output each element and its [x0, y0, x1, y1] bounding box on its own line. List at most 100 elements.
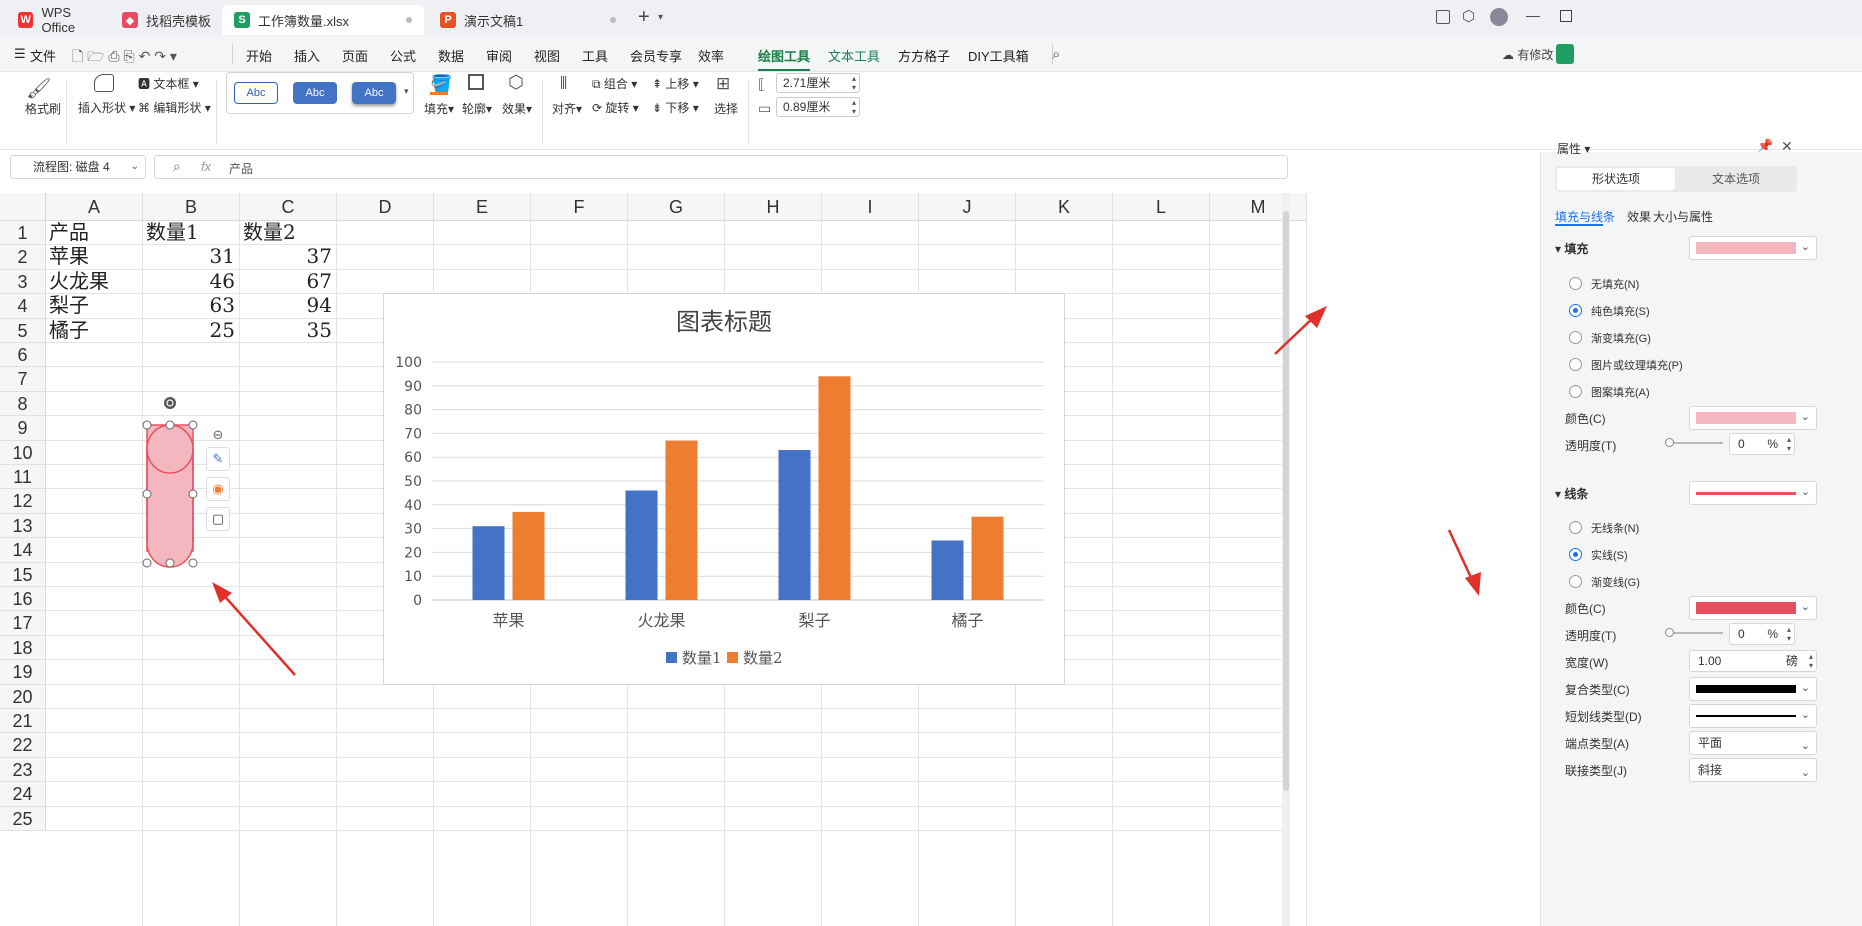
send-backward-button[interactable]: ⇟ 下移 ▾ — [652, 99, 699, 116]
compound-type-dropdown[interactable]: ⌄ — [1689, 677, 1817, 701]
chart-title[interactable]: 图表标题 — [676, 308, 772, 336]
pin-icon[interactable]: 📌 — [1757, 138, 1773, 154]
cap-type-dropdown[interactable]: 平面 ⌄ — [1689, 731, 1817, 755]
row-header-19[interactable]: 19 — [0, 660, 46, 685]
collapse-toolbar-icon[interactable]: ⊖ — [208, 425, 228, 445]
row-header-4[interactable]: 4 — [0, 294, 46, 319]
cell-B5[interactable]: 25 — [146, 316, 235, 345]
row-header-24[interactable]: 24 — [0, 782, 46, 807]
quick-access-toolbar[interactable]: 🗋 🗁 ⎙ ⎘ ↶ ↷ ▾ — [72, 46, 177, 70]
shape-style-3[interactable]: Abc — [352, 82, 396, 104]
shape-style-2[interactable]: Abc — [293, 82, 337, 104]
menu-item-3[interactable]: 公式 — [390, 46, 416, 65]
legend-entry[interactable]: 数量2 — [743, 649, 783, 667]
row-header-18[interactable]: 18 — [0, 635, 46, 661]
menu-item-8[interactable]: 会员专享 — [630, 46, 682, 65]
tab-docer-templates[interactable]: ◆ 找稻壳模板 — [110, 5, 218, 35]
row-header-10[interactable]: 10 — [0, 440, 46, 465]
row-header-17[interactable]: 17 — [0, 611, 46, 636]
column-header-K[interactable]: K — [1016, 193, 1113, 221]
tab-text-options[interactable]: 文本选项 — [1677, 168, 1795, 190]
cell-A5[interactable]: 橘子 — [49, 316, 138, 345]
fill-option-label-2[interactable]: 渐变填充(G) — [1591, 330, 1651, 346]
tab-list-chevron-icon[interactable]: ▾ — [658, 12, 663, 23]
menu-item-9[interactable]: 效率 — [698, 46, 724, 65]
panel-title[interactable]: 属性 ▾ — [1557, 140, 1590, 157]
bar-chart[interactable]: 图表标题 0 10 20 30 40 50 60 70 80 90 100 苹果 火龙果 梨子 橘子数量1 数量… — [384, 294, 1064, 684]
minimize-icon[interactable]: — — [1526, 7, 1540, 23]
formula-input[interactable]: ⌕ fx 产品 — [154, 155, 1288, 179]
menu-file[interactable]: 文件 — [30, 46, 56, 65]
line-transparency-input[interactable]: 0% ▴ ▾ — [1729, 623, 1795, 645]
cell-C5[interactable]: 35 — [243, 316, 332, 345]
text-box-button[interactable]: 🅰 文本框 ▾ — [138, 75, 199, 92]
fill-color-picker[interactable]: ⌄ — [1689, 406, 1817, 430]
line-option-label-1[interactable]: 实线(S) — [1591, 547, 1628, 563]
resize-handle[interactable] — [165, 558, 175, 568]
share-button[interactable] — [1556, 44, 1574, 64]
column-header-H[interactable]: H — [725, 193, 822, 221]
spinner-icon[interactable]: ▴ ▾ — [1809, 652, 1813, 670]
column-header-D[interactable]: D — [337, 193, 434, 221]
bar-数量1-火龙果[interactable] — [625, 490, 658, 600]
row-header-12[interactable]: 12 — [0, 489, 46, 514]
align-button[interactable]: 对齐▾ — [552, 100, 582, 117]
row-header-11[interactable]: 11 — [0, 465, 46, 490]
subtab-fill-line[interactable]: 填充与线条 — [1555, 208, 1615, 225]
subtab-effect[interactable]: 效果 — [1627, 208, 1651, 225]
fill-option-radio-4[interactable] — [1569, 385, 1582, 398]
column-header-B[interactable]: B — [143, 193, 240, 221]
row-header-20[interactable]: 20 — [0, 684, 46, 709]
row-header-7[interactable]: 7 — [0, 367, 46, 392]
window-layout-icon[interactable] — [1436, 10, 1450, 24]
outline-icon[interactable]: ▢ — [206, 507, 230, 531]
bar-数量2-梨子[interactable] — [818, 376, 851, 600]
menu-item-0[interactable]: 开始 — [246, 46, 272, 65]
line-dropdown[interactable]: ⌄ — [1689, 481, 1817, 505]
select-all-corner[interactable] — [0, 193, 46, 221]
fill-button[interactable]: 填充▾ — [424, 100, 454, 117]
scrollbar-thumb[interactable] — [1283, 211, 1289, 791]
zoom-icon[interactable]: ⌕ — [173, 158, 181, 175]
shape-style-1[interactable]: Abc — [234, 82, 278, 104]
has-changes-indicator[interactable]: ☁ 有修改 — [1502, 46, 1553, 63]
flowchart-disk-shape[interactable] — [140, 393, 206, 571]
chart-container[interactable]: 图表标题 0 10 20 30 40 50 60 70 80 90 100 苹果 火龙果 梨子 橘子 数量1 数量… — [383, 293, 1065, 685]
fill-section-header[interactable]: ▾ 填充 — [1555, 240, 1588, 257]
column-header-C[interactable]: C — [240, 193, 337, 221]
row-header-22[interactable]: 22 — [0, 733, 46, 758]
bar-数量2-橘子[interactable] — [971, 516, 1004, 600]
spinner-icon[interactable]: ▴ ▾ — [1787, 625, 1791, 643]
row-header-25[interactable]: 25 — [0, 806, 46, 831]
row-header-21[interactable]: 21 — [0, 709, 46, 734]
column-header-L[interactable]: L — [1113, 193, 1210, 221]
line-color-picker[interactable]: ⌄ — [1689, 596, 1817, 620]
row-header-13[interactable]: 13 — [0, 513, 46, 539]
search-icon[interactable]: ⌕ — [1052, 46, 1060, 63]
column-header-F[interactable]: F — [531, 193, 628, 221]
fill-option-radio-2[interactable] — [1569, 331, 1582, 344]
fx-icon[interactable]: fx — [201, 159, 211, 174]
bar-数量2-火龙果[interactable] — [665, 440, 698, 600]
resize-handle[interactable] — [142, 558, 152, 568]
bar-数量1-苹果[interactable] — [472, 526, 505, 600]
resize-handle[interactable] — [188, 558, 198, 568]
line-section-header[interactable]: ▾ 线条 — [1555, 485, 1588, 502]
column-header-I[interactable]: I — [822, 193, 919, 221]
menu-item-2[interactable]: 页面 — [342, 46, 368, 65]
tab-wps-office[interactable]: W WPS Office — [6, 5, 106, 35]
chevron-down-icon[interactable]: ⌄ — [131, 156, 139, 178]
join-type-dropdown[interactable]: 斜接 ⌄ — [1689, 758, 1817, 782]
bring-forward-button[interactable]: ⇞ 上移 ▾ — [652, 75, 699, 92]
dash-type-dropdown[interactable]: ⌄ — [1689, 704, 1817, 728]
resize-handle[interactable] — [142, 489, 152, 499]
menu-item-13[interactable]: DIY工具箱 — [968, 46, 1029, 65]
gallery-expand-icon[interactable]: ▾ — [404, 86, 409, 97]
row-header-23[interactable]: 23 — [0, 757, 46, 783]
menu-item-5[interactable]: 审阅 — [486, 46, 512, 65]
column-header-M[interactable]: M — [1210, 193, 1307, 221]
resize-handle[interactable] — [165, 420, 175, 430]
line-option-radio-0[interactable] — [1569, 521, 1582, 534]
rotate-button[interactable]: ⟳ 旋转 ▾ — [592, 99, 639, 116]
shape-height-input[interactable]: 2.71厘米 ▴ ▾ — [776, 73, 860, 93]
